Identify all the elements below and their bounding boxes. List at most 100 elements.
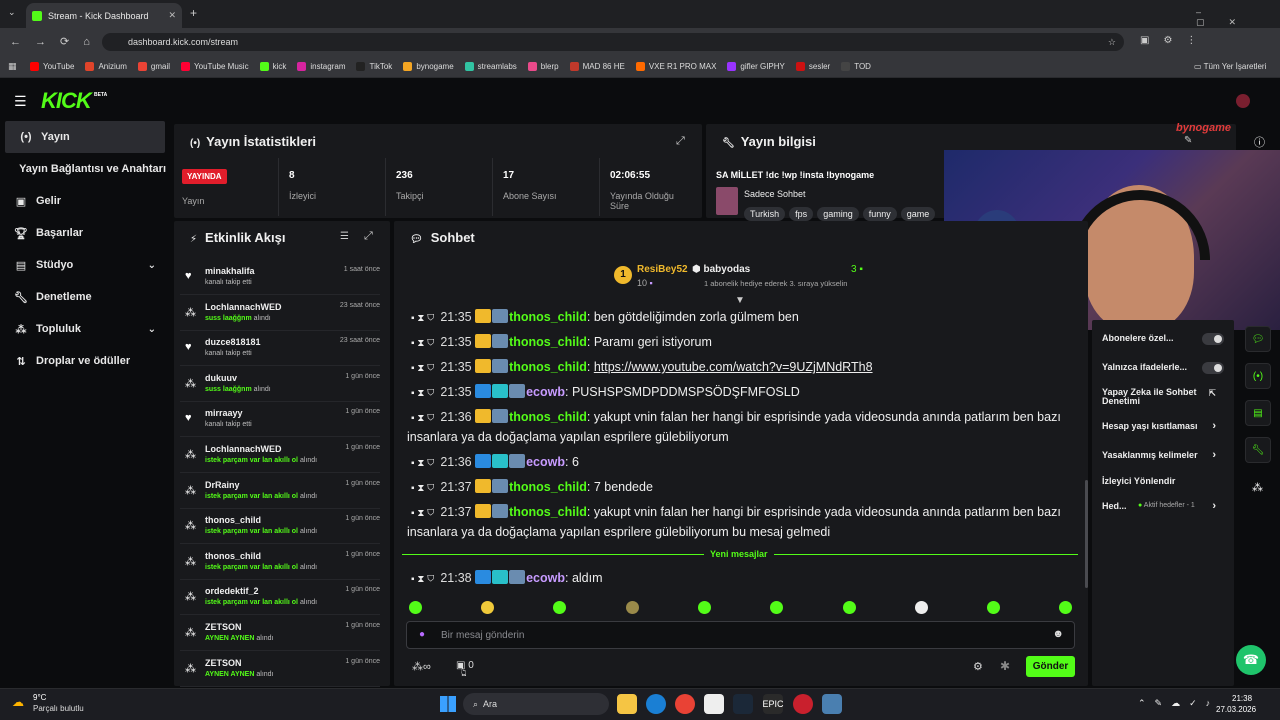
app-red-icon[interactable]	[793, 694, 813, 714]
bookmark-star-icon[interactable]: ☆	[1108, 37, 1116, 48]
chat-message[interactable]: ▪ ⧗ ⛉ 21:37 thonos_child: 7 bendede	[407, 478, 1077, 498]
pinned-toggle-icon[interactable]: ▼	[735, 295, 745, 306]
activity-item[interactable]: ♥ minakhalifa kanalı takip etti 1 saat önce	[180, 261, 380, 295]
window-controls[interactable]: –▢✕	[1196, 7, 1280, 28]
bookmark-item[interactable]: bynogame	[403, 62, 454, 71]
chat-message[interactable]: ▪ ⧗ ⛉ 21:35 thonos_child: Paramı geri ist…	[407, 333, 1077, 353]
activity-item[interactable]: ⁂ ZETSON AYNEN AYNEN alındı 1 gün önce	[180, 653, 380, 687]
bookmark-item[interactable]: VXE R1 PRO MAX	[635, 62, 716, 71]
menu-icon[interactable]: ☰	[14, 93, 27, 110]
kick-logo[interactable]: KICK	[41, 88, 92, 114]
activity-item[interactable]: ⁂ DrRainy istek parçam var lan akıllı ol a…	[180, 475, 380, 509]
chat-message[interactable]: ▪ ⧗ ⛉ 21:35 ecowb: PUSHSPSMDPDDMSPSÖDŞFMF…	[407, 383, 1077, 403]
wrench-tool-icon[interactable]: 🔧︎	[1245, 437, 1271, 463]
sidebar-item[interactable]: ▤ Stüdyo ⌄	[0, 249, 166, 281]
toggle-switch[interactable]	[1202, 362, 1224, 374]
message-user[interactable]: thonos_child	[509, 480, 587, 494]
browser-tab[interactable]: Stream - Kick Dashboard ✕	[26, 3, 182, 28]
activity-item[interactable]: ⁂ thonos_child istek parçam var lan akıllı…	[180, 510, 380, 545]
chat-scrollbar[interactable]	[1085, 480, 1088, 588]
bookmark-item[interactable]: gmail	[137, 62, 170, 71]
emote-icon[interactable]	[409, 601, 422, 614]
edit-info-icon[interactable]: ✎	[1184, 135, 1192, 146]
emote-icon[interactable]	[553, 601, 566, 614]
emote-icon[interactable]	[987, 601, 1000, 614]
bookmark-item[interactable]: blerp	[527, 62, 559, 71]
chat-settings-icon[interactable]: ⚙	[973, 660, 983, 673]
emote-icon[interactable]	[481, 601, 494, 614]
activity-item[interactable]: ♥ duzce818181 kanalı takip etti 23 saat önc…	[180, 332, 380, 367]
user-avatar[interactable]	[1236, 94, 1250, 108]
stream-tag[interactable]: fps	[789, 207, 814, 221]
sidebar-item[interactable]: ⇅ Droplar ve ödüller	[0, 345, 166, 377]
chat-setting[interactable]: Yasaklanmış kelimeler ›	[1102, 449, 1224, 461]
activity-item[interactable]: ⁂ ZETSON AYNEN AYNEN alındı 1 gün önce	[180, 617, 380, 651]
message-user[interactable]: thonos_child	[509, 310, 587, 324]
info-settings-icon[interactable]: ⓘ	[1254, 134, 1265, 150]
emote-icon[interactable]	[626, 601, 639, 614]
chat-message[interactable]: ▪ ⧗ ⛉ 21:38 ecowb: aldım	[407, 569, 1077, 589]
chat-setting[interactable]: Yapay Zeka ile Sohbet Denetimi ⇱	[1102, 388, 1224, 406]
mod-tools-icon[interactable]: ✱	[1000, 659, 1010, 673]
support-button[interactable]: ☎	[1236, 645, 1266, 675]
send-button[interactable]: Gönder	[1026, 656, 1075, 677]
chat-options-icon[interactable]: ⁂∞	[412, 660, 431, 673]
message-user[interactable]: thonos_child	[509, 505, 587, 519]
chat-setting[interactable]: Hed... ›	[1102, 500, 1224, 512]
tab-list-button[interactable]: ⌄	[8, 7, 16, 18]
activity-item[interactable]: ⁂ ordedektif_2 istek parçam var lan akıllı…	[180, 581, 380, 616]
bookmark-item[interactable]: sesler	[795, 62, 830, 71]
epic-icon[interactable]: EPIC	[763, 694, 784, 714]
sidebar-item[interactable]: (•) Yayın	[5, 121, 165, 153]
activity-item[interactable]: ♥ mirraayy kanalı takip etti 1 gün önce	[180, 403, 380, 438]
activity-item[interactable]: ⁂ thonos_child istek parçam var lan akıllı…	[180, 546, 380, 580]
stream-tag[interactable]: game	[900, 207, 936, 221]
message-user[interactable]: ecowb	[526, 455, 565, 469]
chat-setting[interactable]: Hesap yaşı kısıtlaması ›	[1102, 420, 1224, 432]
system-tray-icons[interactable]: ⌃✎☁✓♪	[1138, 698, 1219, 709]
chat-message[interactable]: ▪ ⧗ ⛉ 21:37 thonos_child: yakupt vnin fal…	[407, 503, 1077, 542]
chat-message[interactable]: ▪ ⧗ ⛉ 21:35 thonos_child: https://www.you…	[407, 358, 1077, 378]
activity-item[interactable]: ⁂ LochlannachWED istek parçam var lan akıl…	[180, 439, 380, 473]
activity-item[interactable]: ⁂ dukuuv suss laağğnm alındı 1 gün önce	[180, 368, 380, 402]
chat-input[interactable]: ● Bir mesaj gönderin ☻	[406, 621, 1075, 649]
message-link[interactable]: https://www.youtube.com/watch?v=9UZjMNdR…	[594, 360, 873, 374]
close-tab-icon[interactable]: ✕	[168, 10, 176, 21]
bookmark-item[interactable]: gifler GIPHY	[727, 62, 785, 71]
store-icon[interactable]	[704, 694, 724, 714]
sidebar-item[interactable]: 🏆︎ Başarılar	[0, 217, 166, 249]
chat-message[interactable]: ▪ ⧗ ⛉ 21:35 thonos_child: ben götdeliğimd…	[407, 308, 1077, 328]
chat-message[interactable]: ▪ ⧗ ⛉ 21:36 thonos_child: yakupt vnin fal…	[407, 408, 1077, 447]
message-user[interactable]: ecowb	[526, 385, 565, 399]
emote-icon[interactable]	[915, 601, 928, 614]
community-tool-icon[interactable]: ⁂	[1252, 481, 1263, 494]
stream-tag[interactable]: Turkish	[744, 207, 786, 221]
message-user[interactable]: thonos_child	[509, 410, 587, 424]
message-user[interactable]: ecowb	[526, 571, 565, 585]
sidebar-item[interactable]: ⁂ Topluluk ⌄	[0, 313, 166, 345]
windows-start-icon[interactable]	[440, 696, 456, 712]
chat-message[interactable]: ▪ ⧗ ⛉ 21:36 ecowb: 6	[407, 453, 1077, 473]
taskbar-search[interactable]: ⌕ Ara	[463, 693, 609, 715]
extension-icons[interactable]: ▣⚙⋮	[1140, 35, 1210, 46]
message-user[interactable]: thonos_child	[509, 335, 587, 349]
chat-setting[interactable]: Abonelere özel...	[1102, 333, 1224, 345]
message-user[interactable]: thonos_child	[509, 360, 587, 374]
bookmark-item[interactable]: TikTok	[356, 62, 392, 71]
address-bar[interactable]: dashboard.kick.com/stream ☆	[102, 33, 1124, 51]
chat-setting[interactable]: İzleyici Yönlendir	[1102, 476, 1224, 486]
bookmark-item[interactable]: streamlabs	[464, 62, 517, 71]
bookmark-item[interactable]: Anizium	[85, 62, 127, 71]
expand-activity-icon[interactable]: ⤢	[364, 230, 373, 243]
sidebar-item[interactable]: 🔧︎ Denetleme	[0, 281, 166, 313]
bookmark-item[interactable]: kick	[259, 62, 286, 71]
emote-icon[interactable]	[843, 601, 856, 614]
filter-icon[interactable]: ☰	[340, 231, 349, 242]
emote-icon[interactable]	[1059, 601, 1072, 614]
apps-icon[interactable]: ▦	[8, 61, 17, 72]
bookmark-item[interactable]: instagram	[297, 62, 345, 71]
bookmark-item[interactable]: YouTube	[30, 62, 74, 71]
stream-tag[interactable]: funny	[862, 207, 897, 221]
expand-stats-icon[interactable]: ⤢	[676, 135, 685, 148]
chrome-icon[interactable]	[675, 694, 695, 714]
